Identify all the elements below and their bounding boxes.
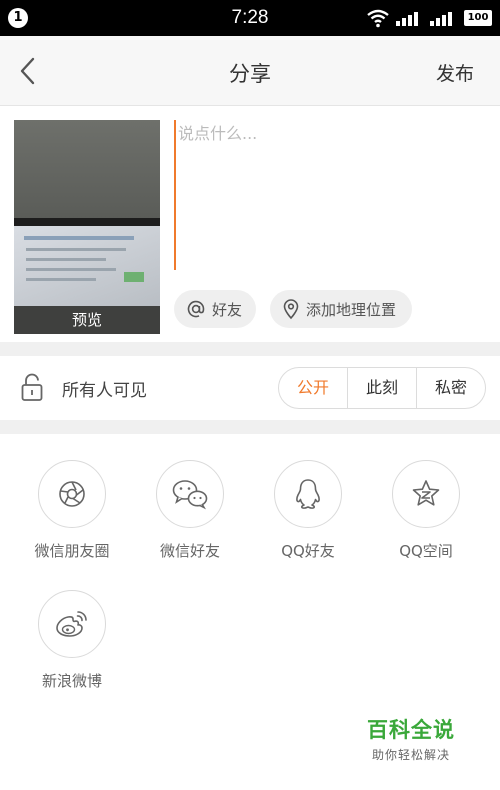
share-qq-friend-button[interactable]: QQ好友	[249, 460, 367, 561]
visibility-option-moment[interactable]: 此刻	[347, 368, 416, 408]
share-target-label: 微信好友	[159, 542, 220, 560]
share-icon-circle	[274, 460, 342, 528]
status-time: 7:28	[231, 7, 269, 28]
share-qzone-button[interactable]: QQ空间	[367, 460, 485, 561]
section-divider	[0, 420, 500, 434]
visibility-label: 所有人可见	[62, 381, 147, 401]
photo-screen-row	[26, 268, 116, 271]
visibility-segmented-control: 公开 此刻 私密	[278, 367, 486, 409]
photo-screen	[14, 226, 160, 306]
mention-friends-label: 好友	[212, 300, 243, 319]
visibility-option-private[interactable]: 私密	[416, 368, 485, 408]
visibility-row: 所有人可见 公开 此刻 私密	[0, 356, 500, 420]
share-icon-circle	[38, 590, 106, 658]
location-pin-icon	[283, 299, 299, 320]
qq-icon	[296, 479, 320, 509]
watermark-title: 百科全说	[367, 718, 455, 742]
watermark-subtitle: 助你轻松解决	[371, 748, 450, 762]
photo-screen-row	[26, 258, 106, 261]
section-divider	[0, 342, 500, 356]
mention-friends-button[interactable]: 好友	[174, 290, 256, 328]
add-location-button[interactable]: 添加地理位置	[270, 290, 412, 328]
preview-label[interactable]: 预览	[14, 306, 160, 334]
share-moments-button[interactable]: 微信朋友圈	[13, 460, 131, 561]
photo-screen-bar	[24, 236, 134, 240]
share-wechat-friend-button[interactable]: 微信好友	[131, 460, 249, 561]
page-title: 分享	[229, 62, 271, 86]
watermark-logo: 百科全说 助你轻松解决	[356, 714, 466, 763]
battery-indicator: 100	[464, 10, 492, 26]
at-icon	[187, 300, 205, 318]
photo-wall	[14, 120, 160, 220]
share-icon-circle	[38, 460, 106, 528]
publish-button[interactable]: 发布	[436, 59, 474, 86]
qzone-icon	[412, 480, 440, 506]
share-weibo-button[interactable]: 新浪微博	[13, 590, 131, 691]
share-target-label: QQ好友	[281, 542, 335, 560]
photo-screen-row	[26, 278, 96, 281]
wechat-icon	[172, 480, 208, 510]
status-bar: 1 7:28 100	[0, 0, 500, 36]
lock-icon	[21, 373, 43, 401]
share-target-label: 新浪微博	[41, 672, 102, 690]
photo-thumbnail[interactable]: 预览	[14, 120, 160, 334]
photo-screen-highlight	[124, 272, 144, 282]
share-icon-circle	[156, 460, 224, 528]
status-text-input[interactable]	[174, 120, 484, 270]
add-location-label: 添加地理位置	[306, 300, 397, 319]
visibility-option-public[interactable]: 公开	[279, 368, 347, 408]
photo-screen-row	[26, 248, 126, 251]
signal-icon	[430, 12, 452, 26]
share-icon-circle	[392, 460, 460, 528]
signal-icon	[396, 12, 418, 26]
share-target-label: 微信朋友圈	[34, 542, 110, 560]
weibo-icon	[56, 611, 87, 637]
moments-icon	[59, 481, 85, 507]
share-target-label: QQ空间	[399, 542, 453, 560]
compose-section: 预览 好友 添加地理位置	[0, 106, 500, 342]
nav-bar: 分享 发布	[0, 36, 500, 106]
wifi-icon	[367, 9, 389, 28]
